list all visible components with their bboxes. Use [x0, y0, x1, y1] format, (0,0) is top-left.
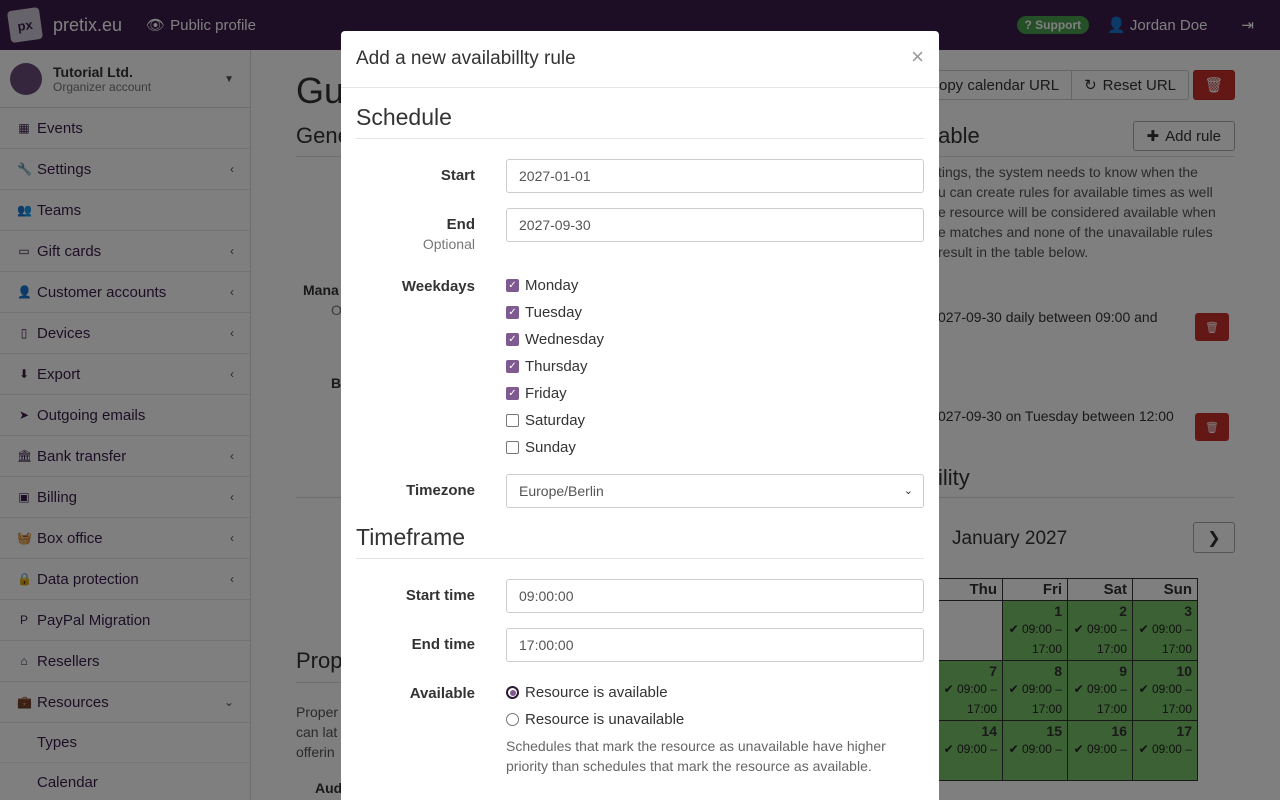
checkbox[interactable] — [506, 441, 519, 454]
radio-button[interactable] — [506, 686, 519, 699]
radio-available-label: Resource is available — [525, 684, 668, 701]
checkbox[interactable]: ✓ — [506, 360, 519, 373]
timeframe-heading: Timeframe — [356, 524, 466, 550]
timezone-value: Europe/Berlin — [519, 483, 604, 499]
end-label: End — [446, 216, 475, 233]
end-date-input[interactable]: 2027-09-30 — [506, 208, 924, 242]
checkbox[interactable]: ✓ — [506, 306, 519, 319]
weekday-saturday[interactable]: Saturday — [506, 412, 585, 429]
weekday-label: Sunday — [525, 439, 576, 456]
timezone-select[interactable]: Europe/Berlin ⌄ — [506, 474, 924, 508]
modal-header: Add a new availabillty rule × — [341, 31, 939, 88]
end-time-value: 17:00:00 — [519, 637, 574, 653]
weekday-sunday[interactable]: Sunday — [506, 439, 576, 456]
availability-priority-help: Schedules that mark the resource as unav… — [506, 738, 886, 774]
checkbox[interactable]: ✓ — [506, 387, 519, 400]
radio-unavailable[interactable]: Resource is unavailable — [506, 711, 684, 728]
weekdays-label: Weekdays — [401, 278, 475, 295]
weekday-monday[interactable]: ✓ Monday — [506, 277, 578, 294]
checkbox[interactable] — [506, 414, 519, 427]
start-time-value: 09:00:00 — [519, 588, 574, 604]
available-label: Available — [409, 685, 475, 702]
weekday-label: Saturday — [525, 412, 586, 429]
add-availability-rule-modal: Add a new availabillty rule × Schedule S… — [341, 31, 939, 800]
schedule-heading: Schedule — [356, 104, 452, 130]
end-date-value: 2027-09-30 — [519, 217, 591, 233]
timezone-label: Timezone — [406, 482, 475, 499]
modal-title: Add a new availabillty rule — [356, 48, 576, 69]
close-icon[interactable]: × — [911, 44, 924, 70]
radio-unavailable-label: Resource is unavailable — [525, 711, 685, 728]
end-time-label: End time — [411, 636, 475, 653]
weekday-label: Tuesday — [525, 304, 582, 321]
start-time-input[interactable]: 09:00:00 — [506, 579, 924, 613]
end-time-input[interactable]: 17:00:00 — [506, 628, 924, 662]
start-date-value: 2027-01-01 — [519, 168, 591, 184]
radio-button[interactable] — [506, 713, 519, 726]
start-date-input[interactable]: 2027-01-01 — [506, 159, 924, 193]
weekday-tuesday[interactable]: ✓ Tuesday — [506, 304, 582, 321]
chevron-down-icon: ⌄ — [903, 485, 913, 497]
start-time-label: Start time — [405, 587, 475, 604]
weekday-thursday[interactable]: ✓ Thursday — [506, 358, 588, 375]
divider — [356, 138, 924, 139]
weekday-label: Monday — [525, 277, 579, 294]
weekday-wednesday[interactable]: ✓ Wednesday — [506, 331, 604, 348]
weekday-friday[interactable]: ✓ Friday — [506, 385, 567, 402]
end-optional-label: Optional — [422, 236, 475, 252]
checkbox[interactable]: ✓ — [506, 279, 519, 292]
divider — [356, 558, 924, 559]
weekday-label: Friday — [525, 385, 567, 402]
weekday-label: Wednesday — [525, 331, 604, 348]
checkbox[interactable]: ✓ — [506, 333, 519, 346]
weekday-label: Thursday — [525, 358, 588, 375]
start-label: Start — [440, 167, 475, 184]
radio-available[interactable]: Resource is available — [506, 684, 668, 701]
